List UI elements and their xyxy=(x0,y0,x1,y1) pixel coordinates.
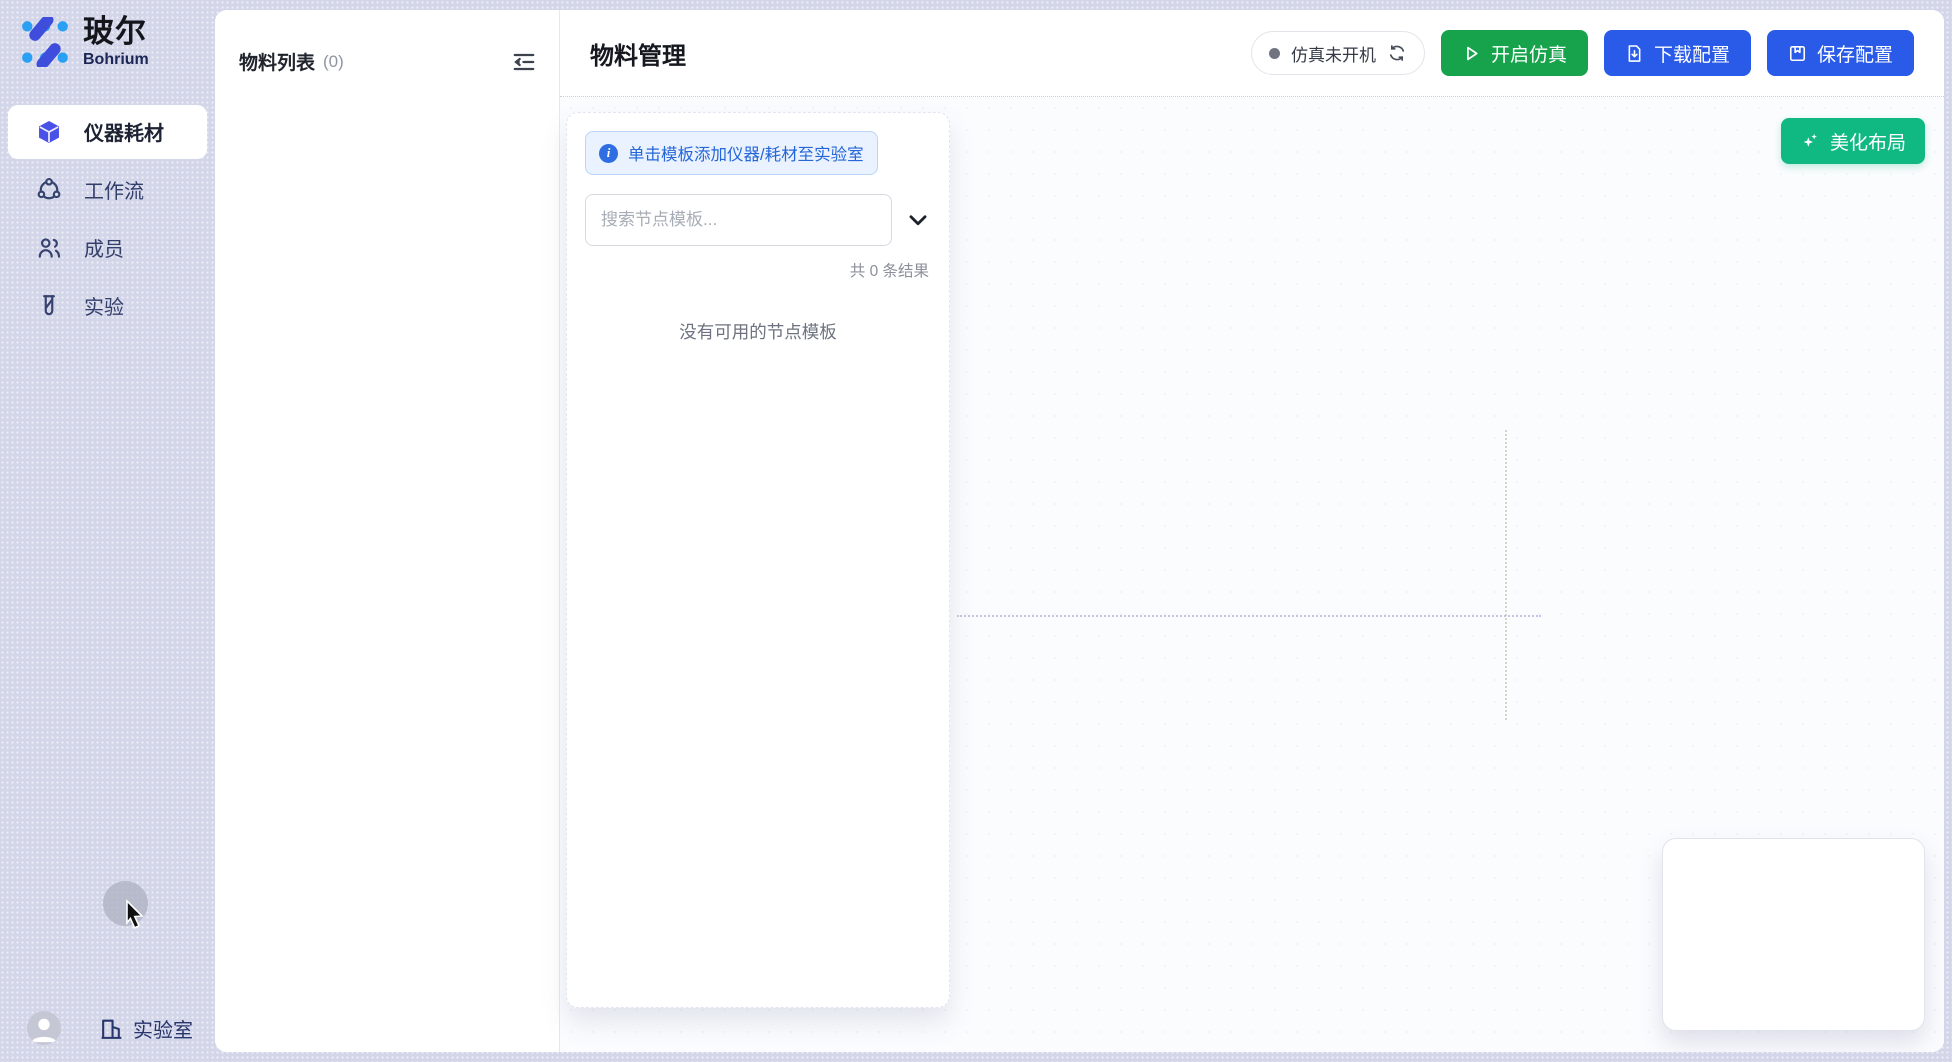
canvas-guide-vertical xyxy=(1505,430,1507,720)
sidebar-item-members[interactable]: 成员 xyxy=(8,221,207,275)
download-config-button[interactable]: 下载配置 xyxy=(1604,30,1751,76)
user-avatar-icon[interactable] xyxy=(27,1011,61,1045)
materials-list-title: 物料列表 xyxy=(239,48,315,75)
node-template-panel: i 单击模板添加仪器/耗材至实验室 共 0 条结果 没有可用的节点模板 xyxy=(566,112,950,1008)
materials-list-count: (0) xyxy=(323,52,344,72)
template-search-input[interactable] xyxy=(585,194,892,246)
sidebar-item-label: 工作流 xyxy=(84,175,144,204)
sidebar-nav: 仪器耗材 工作流 成员 实验 xyxy=(0,105,215,333)
building-icon xyxy=(99,1016,124,1041)
sidebar-item-workflow[interactable]: 工作流 xyxy=(8,163,207,217)
sparkles-icon xyxy=(1800,131,1820,151)
workflow-icon xyxy=(36,177,62,203)
page-title: 物料管理 xyxy=(590,36,686,71)
canvas-minimap[interactable] xyxy=(1662,838,1925,1031)
canvas-guide-horizontal xyxy=(957,615,1541,617)
file-download-icon xyxy=(1625,44,1644,63)
beautify-layout-button[interactable]: 美化布局 xyxy=(1781,118,1925,164)
sidebar-footer: 实验室 xyxy=(27,1011,193,1045)
sync-icon[interactable] xyxy=(1387,43,1407,63)
info-icon: i xyxy=(599,144,618,163)
sidebar-item-label: 仪器耗材 xyxy=(84,117,164,146)
lab-label: 实验室 xyxy=(133,1014,193,1043)
result-count: 共 0 条结果 xyxy=(585,259,931,281)
save-config-button[interactable]: 保存配置 xyxy=(1767,30,1914,76)
header-actions: 仿真未开机 开启仿真 xyxy=(1251,30,1914,76)
empty-templates-message: 没有可用的节点模板 xyxy=(585,319,931,344)
cube-icon xyxy=(36,119,62,145)
simulation-status-label: 仿真未开机 xyxy=(1291,41,1376,66)
main-column: 物料管理 仿真未开机 开启仿真 xyxy=(560,10,1944,1052)
brand-logo: 玻尔 Bohrium xyxy=(0,0,215,69)
menu-fold-icon[interactable] xyxy=(511,49,537,75)
lab-switcher[interactable]: 实验室 xyxy=(99,1014,193,1043)
sidebar-item-instruments[interactable]: 仪器耗材 xyxy=(8,105,207,159)
experiment-icon xyxy=(36,293,62,319)
bohrium-logo-icon xyxy=(20,17,70,67)
brand-subtitle: Bohrium xyxy=(83,51,149,69)
save-icon xyxy=(1788,44,1807,63)
template-hint-banner: i 单击模板添加仪器/耗材至实验室 xyxy=(585,131,878,175)
sidebar: 玻尔 Bohrium 仪器耗材 工作流 xyxy=(0,0,215,1062)
materials-list-panel: 物料列表 (0) xyxy=(215,10,560,1052)
simulation-status-pill: 仿真未开机 xyxy=(1251,31,1425,75)
brand-title: 玻尔 xyxy=(83,16,149,49)
status-dot xyxy=(1269,48,1280,59)
flow-canvas[interactable]: 美化布局 i 单击模板添加仪器/耗材至实验室 共 0 条结果 没有可用的节点模板 xyxy=(560,97,1944,1052)
sidebar-item-experiments[interactable]: 实验 xyxy=(8,279,207,333)
template-hint-text: 单击模板添加仪器/耗材至实验室 xyxy=(628,141,864,165)
sidebar-item-label: 实验 xyxy=(84,291,124,320)
chevron-down-icon[interactable] xyxy=(905,207,931,233)
members-icon xyxy=(36,235,62,261)
page-header: 物料管理 仿真未开机 开启仿真 xyxy=(560,10,1944,97)
play-icon xyxy=(1462,44,1481,63)
sidebar-item-label: 成员 xyxy=(84,233,124,262)
app-window: 物料列表 (0) 物料管理 仿真未开机 xyxy=(215,10,1944,1052)
mouse-cursor xyxy=(124,899,146,933)
start-simulation-button[interactable]: 开启仿真 xyxy=(1441,30,1588,76)
